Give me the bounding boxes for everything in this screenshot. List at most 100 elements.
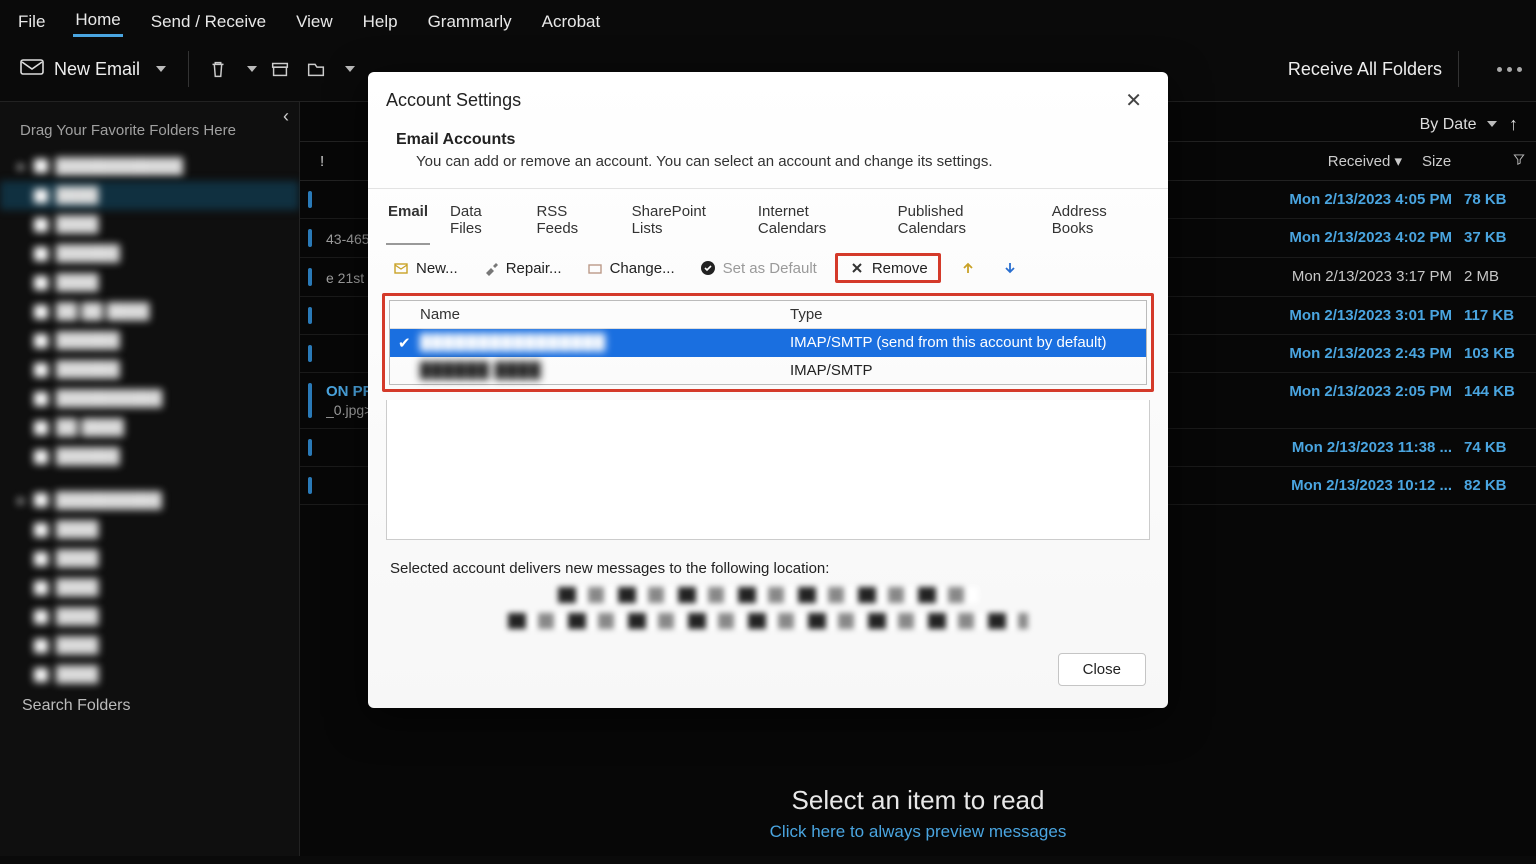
message-size: 78 KB: [1464, 191, 1518, 208]
folder-item[interactable]: ████: [0, 181, 299, 210]
accounts-table[interactable]: Name Type ✔ ████████████████ IMAP/SMTP (…: [389, 300, 1147, 385]
collapse-folder-pane-icon[interactable]: ‹: [283, 106, 289, 127]
folder-item[interactable]: ██████: [0, 355, 299, 384]
move-dropdown-icon[interactable]: [345, 66, 355, 72]
folder-item[interactable]: ██████: [0, 326, 299, 355]
menu-file[interactable]: File: [16, 8, 47, 36]
menu-help[interactable]: Help: [361, 8, 400, 36]
delete-dropdown-icon[interactable]: [247, 66, 257, 72]
section-title: Email Accounts: [396, 131, 515, 148]
menu-grammarly[interactable]: Grammarly: [426, 8, 514, 36]
archive-icon[interactable]: [267, 56, 293, 82]
folder-item[interactable]: ████: [0, 631, 299, 660]
tab-published-calendars[interactable]: Published Calendars: [896, 199, 1032, 245]
accounts-table-highlight: Name Type ✔ ████████████████ IMAP/SMTP (…: [382, 293, 1154, 392]
repair-account-label: Repair...: [506, 260, 562, 277]
sort-by-date[interactable]: By Date: [1420, 116, 1497, 134]
folder-item[interactable]: ████: [0, 210, 299, 239]
tab-rss-feeds[interactable]: RSS Feeds: [534, 199, 611, 245]
folder-item[interactable]: ██ ████: [0, 413, 299, 442]
folder-item[interactable]: ████: [0, 268, 299, 297]
message-size: 37 KB: [1464, 229, 1518, 246]
close-icon[interactable]: ✕: [1117, 84, 1150, 117]
new-account-button[interactable]: New...: [386, 256, 464, 280]
unread-indicator: [308, 383, 312, 418]
folder-item[interactable]: ████: [0, 660, 299, 689]
account-type: IMAP/SMTP (send from this account by def…: [782, 329, 1146, 357]
close-button[interactable]: Close: [1058, 653, 1146, 686]
check-circle-icon: [699, 259, 717, 277]
unread-indicator: [308, 268, 312, 286]
delivery-location-path: [508, 613, 1028, 629]
col-name[interactable]: Name: [412, 301, 782, 328]
unread-indicator: [308, 191, 312, 208]
menu-home[interactable]: Home: [73, 6, 122, 37]
repair-account-button[interactable]: Repair...: [476, 256, 568, 280]
message-received: Mon 2/13/2023 4:02 PM: [1289, 229, 1452, 246]
reading-pane: Select an item to read Click here to alw…: [300, 785, 1536, 842]
message-size: 2 MB: [1464, 268, 1518, 285]
folder-item[interactable]: ██ ██ ████: [0, 297, 299, 326]
message-received: Mon 2/13/2023 4:05 PM: [1289, 191, 1452, 208]
folder-item[interactable]: ████: [0, 602, 299, 631]
sort-asc-icon[interactable]: ↑: [1509, 114, 1518, 135]
message-received: Mon 2/13/2023 11:38 ...: [1292, 439, 1452, 456]
account-row[interactable]: ✔ ████████████████ IMAP/SMTP (send from …: [390, 329, 1146, 357]
menu-acrobat[interactable]: Acrobat: [540, 8, 603, 36]
new-email-button[interactable]: New Email: [14, 53, 172, 86]
account-header[interactable]: ▸████████████: [0, 151, 299, 181]
move-down-button[interactable]: [995, 256, 1025, 280]
set-default-label: Set as Default: [723, 260, 817, 277]
account-header[interactable]: ▸██████████: [0, 485, 299, 515]
set-default-button: Set as Default: [693, 256, 823, 280]
message-size: 74 KB: [1464, 439, 1518, 456]
folder-item[interactable]: ████: [0, 573, 299, 602]
menu-view[interactable]: View: [294, 8, 335, 36]
tab-internet-calendars[interactable]: Internet Calendars: [756, 199, 878, 245]
arrow-down-icon: [1001, 259, 1019, 277]
move-up-button[interactable]: [953, 256, 983, 280]
message-received: Mon 2/13/2023 10:12 ...: [1291, 477, 1452, 494]
favorites-drop-hint: Drag Your Favorite Folders Here: [0, 110, 299, 151]
col-received[interactable]: Received ▾: [1318, 148, 1412, 174]
mail-icon: [20, 57, 44, 82]
menu-bar: File Home Send / Receive View Help Gramm…: [0, 0, 1536, 47]
unread-indicator: [308, 307, 312, 324]
separator: [1458, 51, 1459, 87]
folder-item[interactable]: ████: [0, 515, 299, 544]
search-folders[interactable]: Search Folders: [0, 689, 299, 723]
filter-icon[interactable]: [1502, 148, 1526, 174]
change-account-button[interactable]: Change...: [580, 256, 681, 280]
message-received: Mon 2/13/2023 2:05 PM: [1289, 383, 1452, 400]
menu-send-receive[interactable]: Send / Receive: [149, 8, 268, 36]
folder-item[interactable]: ████: [0, 544, 299, 573]
col-size[interactable]: Size: [1412, 149, 1502, 174]
new-account-label: New...: [416, 260, 458, 277]
folder-item[interactable]: ██████: [0, 442, 299, 471]
separator: [188, 51, 189, 87]
folder-item[interactable]: ██████████: [0, 384, 299, 413]
move-icon[interactable]: [303, 56, 329, 82]
always-preview-link[interactable]: Click here to always preview messages: [770, 822, 1067, 842]
repair-icon: [482, 259, 500, 277]
ribbon-more-icon[interactable]: [1497, 67, 1522, 72]
account-name: ████████████████: [412, 329, 782, 357]
send-receive-all-button[interactable]: Receive All Folders: [1288, 59, 1442, 80]
remove-account-button[interactable]: Remove: [835, 253, 941, 283]
unread-indicator: [308, 477, 312, 494]
send-receive-all-label: Receive All Folders: [1288, 59, 1442, 80]
message-received: Mon 2/13/2023 3:17 PM: [1292, 268, 1452, 285]
tab-data-files[interactable]: Data Files: [448, 199, 516, 245]
chevron-down-icon: [1487, 121, 1497, 127]
tab-sharepoint-lists[interactable]: SharePoint Lists: [630, 199, 738, 245]
tab-address-books[interactable]: Address Books: [1050, 199, 1150, 245]
tab-email[interactable]: Email: [386, 199, 430, 245]
chevron-down-icon[interactable]: [156, 66, 166, 72]
dialog-title: Account Settings: [386, 90, 521, 111]
folder-item[interactable]: ██████: [0, 239, 299, 268]
unread-indicator: [308, 229, 312, 247]
account-type: IMAP/SMTP: [782, 357, 1146, 384]
delete-icon[interactable]: [205, 56, 231, 82]
account-row[interactable]: ██████ ████ IMAP/SMTP: [390, 357, 1146, 384]
col-type[interactable]: Type: [782, 301, 1146, 328]
